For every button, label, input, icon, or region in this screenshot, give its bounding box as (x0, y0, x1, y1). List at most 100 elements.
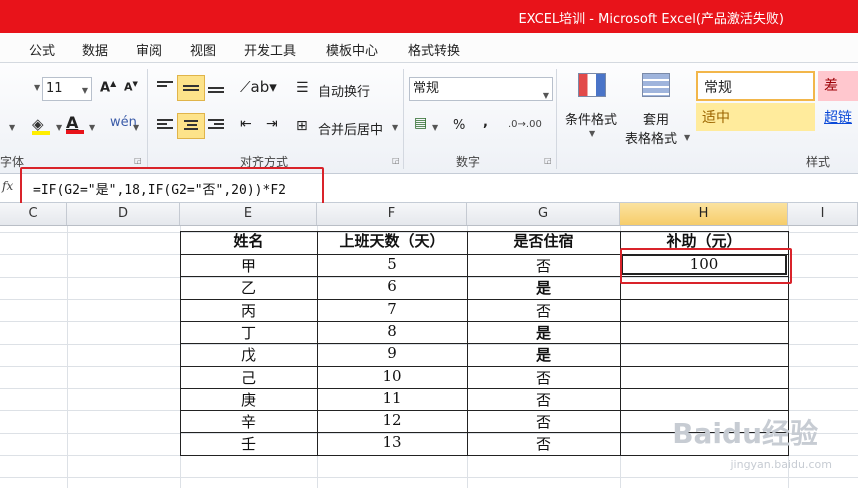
table-border-h (180, 454, 789, 456)
cell-lodging[interactable]: 否 (467, 411, 620, 432)
number-format-value: 常规 (413, 81, 440, 96)
baidu-watermark-logo: Baidu经验 (672, 417, 818, 450)
cell-name[interactable]: 庚 (180, 389, 317, 410)
insert-function-icon[interactable]: fx (2, 179, 13, 193)
column-header-c[interactable]: C (0, 203, 67, 225)
decrease-indent-icon[interactable]: ⇤ (240, 116, 252, 132)
align-middle-button[interactable] (177, 75, 205, 101)
align-bottom-icon[interactable] (208, 85, 224, 95)
merge-center-button[interactable]: 合并后居中 (318, 119, 383, 138)
font-color-dropdown[interactable]: ▼ (89, 123, 95, 132)
header-days[interactable]: 上班天数（天） (317, 230, 467, 251)
style-neutral[interactable]: 适中 (696, 103, 815, 131)
cell-name[interactable]: 戊 (180, 344, 317, 365)
accounting-format-icon[interactable]: ▤ (414, 115, 427, 131)
shrink-font-icon[interactable]: A▼ (124, 80, 138, 94)
cell-name[interactable]: 壬 (180, 433, 317, 454)
cell-days[interactable]: 13 (317, 433, 467, 451)
accounting-dropdown[interactable]: ▼ (432, 123, 438, 132)
phonetic-dropdown[interactable]: ▼ (133, 123, 139, 132)
font-size-combo[interactable]: 11 ▼ (42, 77, 92, 101)
cell-name[interactable]: 辛 (180, 411, 317, 432)
cell-name[interactable]: 甲 (180, 255, 317, 276)
column-header-e[interactable]: E (180, 203, 317, 225)
align-middle-icon (178, 76, 204, 100)
grow-font-icon[interactable]: A▲ (100, 79, 116, 95)
column-header-g[interactable]: G (467, 203, 620, 225)
cell-name[interactable]: 己 (180, 367, 317, 388)
percent-button[interactable]: % (453, 118, 465, 133)
font-size-value: 11 (46, 81, 63, 96)
header-lodging[interactable]: 是否住宿 (467, 230, 620, 251)
fill-color-dropdown[interactable]: ▼ (56, 123, 62, 132)
tab-format-convert[interactable]: 格式转换 (408, 40, 460, 59)
cell-lodging[interactable]: 否 (467, 367, 620, 388)
tab-data[interactable]: 数据 (82, 40, 108, 59)
column-header-i[interactable]: I (788, 203, 858, 225)
result-highlight-box (620, 248, 792, 284)
style-normal[interactable]: 常规 (696, 71, 815, 101)
tab-view[interactable]: 视图 (190, 40, 216, 59)
group-divider (556, 69, 557, 169)
cell-name[interactable]: 丙 (180, 300, 317, 321)
cell-lodging[interactable]: 否 (467, 389, 620, 410)
merge-dropdown-arrow[interactable]: ▼ (392, 123, 398, 132)
window-title: EXCEL培训 - Microsoft Excel(产品激活失败) (518, 12, 784, 27)
style-hyperlink[interactable]: 超链 (818, 103, 858, 131)
format-table-button[interactable]: 表格格式 (625, 128, 677, 147)
column-header-f[interactable]: F (317, 203, 467, 225)
group-divider (147, 69, 148, 169)
cell-days[interactable]: 10 (317, 367, 467, 385)
title-bar: EXCEL培训 - Microsoft Excel(产品激活失败) (0, 0, 858, 33)
cell-lodging[interactable]: 是 (467, 322, 620, 343)
font-dialog-launcher-icon[interactable]: ◲ (134, 156, 142, 165)
alignment-dialog-launcher-icon[interactable]: ◲ (392, 156, 400, 165)
header-name[interactable]: 姓名 (180, 230, 317, 251)
align-right-icon[interactable] (208, 117, 224, 131)
cell-lodging[interactable]: 否 (467, 255, 620, 276)
cell-lodging[interactable]: 否 (467, 433, 620, 454)
column-headers: C D E F G H I (0, 203, 858, 226)
number-format-combo[interactable]: 常规 ▼ (409, 77, 553, 101)
increase-decimal-button[interactable]: .0→.00 (508, 119, 542, 130)
align-center-button[interactable] (177, 113, 205, 139)
chevron-down-icon: ▼ (81, 86, 88, 95)
cell-name[interactable]: 丁 (180, 322, 317, 343)
cell-name[interactable]: 乙 (180, 277, 317, 298)
column-header-d[interactable]: D (67, 203, 180, 225)
increase-indent-icon[interactable]: ⇥ (266, 116, 278, 132)
orientation-icon[interactable]: ⟋ab▾ (240, 78, 277, 96)
font-name-dropdown-arrow[interactable]: ▼ (34, 83, 40, 92)
align-top-icon[interactable] (157, 79, 173, 89)
number-dialog-launcher-icon[interactable]: ◲ (544, 156, 552, 165)
conditional-format-button[interactable]: 条件格式 (565, 109, 617, 128)
format-table-label-1[interactable]: 套用 (643, 109, 669, 128)
wrap-text-button[interactable]: 自动换行 (318, 81, 370, 100)
cell-days[interactable]: 9 (317, 344, 467, 362)
cell-lodging[interactable]: 是 (467, 277, 620, 298)
cell-days[interactable]: 12 (317, 411, 467, 429)
tab-template-center[interactable]: 模板中心 (326, 40, 378, 59)
cell-days[interactable]: 6 (317, 277, 467, 295)
tab-developer[interactable]: 开发工具 (244, 40, 296, 59)
cell-days[interactable]: 5 (317, 255, 467, 273)
align-center-icon (178, 114, 204, 136)
style-bad[interactable]: 差 (818, 71, 858, 101)
comma-button[interactable]: , (483, 115, 488, 130)
conditional-format-icon (578, 73, 610, 101)
cell-days[interactable]: 8 (317, 322, 467, 340)
format-table-dropdown[interactable]: ▼ (684, 133, 690, 142)
align-left-icon[interactable] (157, 117, 173, 131)
cell-days[interactable]: 11 (317, 389, 467, 407)
border-dropdown-arrow[interactable]: ▼ (9, 123, 15, 132)
column-header-h[interactable]: H (620, 203, 788, 225)
tab-formulas[interactable]: 公式 (29, 40, 55, 59)
tab-review[interactable]: 审阅 (136, 40, 162, 59)
cell-lodging[interactable]: 是 (467, 344, 620, 365)
font-color-icon[interactable]: A (66, 113, 84, 134)
cell-lodging[interactable]: 否 (467, 300, 620, 321)
cell-days[interactable]: 7 (317, 300, 467, 318)
fill-color-icon[interactable]: ◈ (32, 115, 50, 135)
styles-group-label: 样式 (806, 155, 831, 169)
conditional-format-dropdown[interactable]: ▼ (589, 129, 595, 138)
